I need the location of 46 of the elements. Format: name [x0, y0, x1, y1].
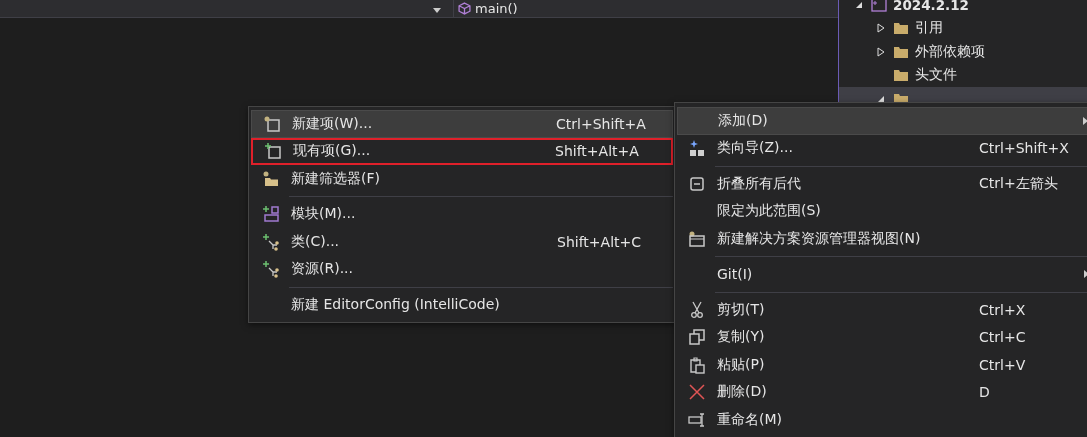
- menu-item[interactable]: 新建解决方案资源管理器视图(N): [677, 225, 1087, 253]
- tree-item[interactable]: 2024.2.12: [839, 0, 1087, 17]
- expanded-arrow-icon[interactable]: [877, 94, 885, 103]
- menu-item[interactable]: 现有项(G)... Shift+Alt+A: [251, 137, 673, 165]
- tree-item[interactable]: 外部依赖项: [839, 40, 1087, 64]
- function-dropdown[interactable]: main(): [453, 0, 518, 17]
- class-wizard-icon: [688, 139, 706, 158]
- class-icon: [262, 260, 280, 279]
- menu-item[interactable]: 类向导(Z)... Ctrl+Shift+X: [677, 134, 1087, 162]
- collapsed-arrow-icon[interactable]: [877, 23, 885, 34]
- folder-icon: [893, 67, 909, 84]
- menu-item[interactable]: 新建项(W)... Ctrl+Shift+A: [251, 110, 673, 138]
- expanded-arrow-icon[interactable]: [855, 0, 863, 9]
- cube-icon: [458, 2, 471, 15]
- menu-item[interactable]: 添加(D): [677, 107, 1087, 135]
- menu-item[interactable]: Git(I): [677, 260, 1087, 288]
- new-item-icon: [263, 114, 281, 133]
- menu-item[interactable]: 类(C)... Shift+Alt+C: [251, 228, 673, 256]
- menu-item[interactable]: 粘贴(P) Ctrl+V: [677, 351, 1087, 379]
- new-folder-icon: [262, 169, 280, 188]
- tree-item[interactable]: 引用: [839, 16, 1087, 40]
- menu-item[interactable]: 剪切(T) Ctrl+X: [677, 296, 1087, 324]
- menu-item[interactable]: 模块(M)...: [251, 200, 673, 228]
- menu-item[interactable]: 限定为此范围(S): [677, 197, 1087, 225]
- new-view-icon: [688, 229, 706, 248]
- existing-item-icon: [264, 142, 282, 161]
- menu-item[interactable]: 重命名(M): [677, 406, 1087, 434]
- copy-icon: [688, 328, 706, 347]
- tree-item[interactable]: 头文件: [839, 63, 1087, 87]
- rename-icon: [688, 410, 706, 429]
- class-icon: [262, 232, 280, 251]
- collapsed-arrow-icon[interactable]: [877, 46, 885, 57]
- menu-item[interactable]: 删除(D) D: [677, 378, 1087, 406]
- menu-item[interactable]: 资源(R)...: [251, 255, 673, 283]
- menu-item[interactable]: 新建筛选器(F): [251, 165, 673, 193]
- menu-item[interactable]: 折叠所有后代 Ctrl+左箭头: [677, 170, 1087, 198]
- collapse-icon: [688, 174, 706, 193]
- delete-icon: [688, 383, 706, 402]
- folder-icon: [893, 20, 909, 37]
- scissors-icon: [688, 300, 706, 319]
- module-icon: [262, 205, 280, 224]
- dropdown-caret-icon[interactable]: [433, 8, 441, 13]
- menu-item[interactable]: 新建 EditorConfig (IntelliCode): [251, 291, 673, 319]
- clipboard-icon: [688, 355, 706, 374]
- project-icon: [871, 0, 887, 13]
- menu-item[interactable]: 复制(Y) Ctrl+C: [677, 323, 1087, 351]
